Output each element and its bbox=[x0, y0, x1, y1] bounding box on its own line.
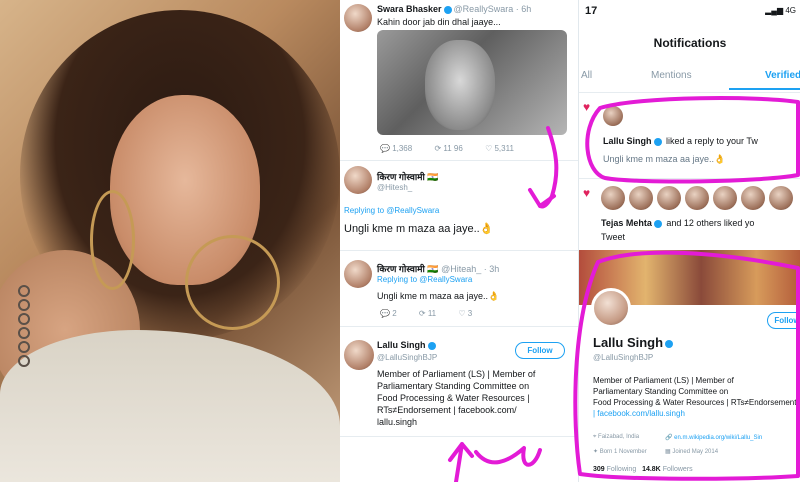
active-tab-indicator bbox=[729, 88, 800, 90]
reply-actions: 💬 2 ⟳ 11 ♡ 3 bbox=[380, 309, 492, 318]
replying-to[interactable]: Replying to @ReallySwara bbox=[344, 206, 439, 215]
avatar[interactable] bbox=[603, 106, 623, 126]
reply-text: Ungli kme m maza aa jaye..👌 bbox=[344, 223, 494, 235]
notification-action: and 12 others liked yo bbox=[666, 218, 755, 228]
left-earring bbox=[90, 190, 135, 290]
notification-user: Lallu Singh bbox=[603, 136, 652, 146]
right-earring bbox=[185, 235, 280, 330]
verified-icon bbox=[443, 5, 452, 14]
profile-stats[interactable]: 309 Following 14.8K Followers bbox=[593, 466, 693, 473]
tweet-author-name: Swara Bhasker bbox=[377, 4, 442, 14]
tab-verified[interactable]: Verified bbox=[765, 70, 800, 81]
profile-name: Lallu Singh bbox=[593, 335, 675, 350]
profile-card-name[interactable]: Lallu Singh bbox=[377, 340, 438, 350]
tweet-actions: 💬 1,368 ⟳ 11 96 ♡ 5,311 bbox=[380, 144, 534, 153]
tweet-author[interactable]: Swara Bhasker @ReallySwara · 6h bbox=[377, 4, 531, 14]
avatar[interactable] bbox=[344, 260, 372, 288]
profile-handle: @LalluSinghBJP bbox=[593, 353, 654, 362]
avatar[interactable] bbox=[657, 186, 681, 210]
tweet-author-handle: @ReallySwara · 6h bbox=[453, 4, 532, 14]
notification-quote: Ungli kme m maza aa jaye..👌 bbox=[603, 154, 726, 164]
reply-author-name: किरण गोस्वामी 🇮🇳 bbox=[377, 172, 439, 182]
divider bbox=[340, 436, 578, 437]
avatar[interactable] bbox=[344, 166, 372, 194]
profile-card-name-text: Lallu Singh bbox=[377, 340, 426, 350]
signal-icon: ▂▄▆ 4G bbox=[765, 6, 796, 15]
notification-tail: Tweet bbox=[601, 232, 626, 242]
avatar[interactable] bbox=[685, 186, 709, 210]
retweet-icon[interactable]: ⟳ 11 bbox=[419, 309, 436, 318]
reply-author-name: किरण गोस्वामी 🇮🇳 bbox=[377, 264, 439, 274]
verified-icon bbox=[653, 219, 662, 228]
reply-icon[interactable]: 💬 1,368 bbox=[380, 144, 412, 153]
follow-button[interactable]: Follow bbox=[515, 342, 565, 359]
reply-text: Ungli kme m maza aa jaye..👌 bbox=[377, 291, 500, 301]
verified-icon bbox=[427, 341, 436, 350]
notification-text[interactable]: Lallu Singh liked a reply to your Tw bbox=[603, 136, 758, 146]
profile-joined: ▦ Joined May 2014 bbox=[665, 449, 719, 455]
reply-author-handle: @Hiteah_ · 3h bbox=[441, 264, 500, 274]
divider bbox=[340, 160, 578, 161]
avatar[interactable] bbox=[769, 186, 793, 210]
divider bbox=[340, 250, 578, 251]
tweet-photo[interactable] bbox=[377, 30, 567, 135]
heart-icon: ♥ bbox=[583, 186, 591, 200]
verified-icon bbox=[653, 137, 662, 146]
avatar[interactable] bbox=[601, 186, 625, 210]
avatar[interactable] bbox=[713, 186, 737, 210]
replying-to[interactable]: Replying to @ReallySwara bbox=[377, 275, 472, 284]
profile-card-handle: @LalluSinghBJP bbox=[377, 353, 438, 362]
retweet-icon[interactable]: ⟳ 11 96 bbox=[434, 144, 462, 153]
like-icon[interactable]: ♡ 3 bbox=[458, 309, 472, 318]
profile-avatar[interactable] bbox=[591, 288, 631, 328]
tab-all[interactable]: All bbox=[581, 70, 592, 81]
tweet-thread-panel: Swara Bhasker @ReallySwara · 6h Kahin doo… bbox=[340, 0, 578, 482]
profile-born: ✦ Born 1 November bbox=[593, 449, 647, 455]
tab-mentions[interactable]: Mentions bbox=[651, 70, 692, 81]
reply-author-handle: @Hitesh_ bbox=[377, 183, 413, 192]
follow-button[interactable]: Follow bbox=[767, 312, 800, 329]
profile-bio: Member of Parliament (LS) | Member of Pa… bbox=[593, 376, 797, 418]
divider bbox=[579, 92, 800, 93]
off-shoulder-top bbox=[0, 330, 340, 482]
portrait-photo bbox=[0, 0, 340, 482]
notification-user: Tejas Mehta bbox=[601, 218, 652, 228]
status-time: 17 bbox=[585, 5, 598, 17]
page-title: Notifications bbox=[653, 36, 727, 50]
moon-phase-tattoo bbox=[18, 285, 30, 369]
like-icon[interactable]: ♡ 5,311 bbox=[485, 144, 514, 153]
divider bbox=[579, 178, 800, 179]
reply-icon[interactable]: 💬 2 bbox=[380, 309, 397, 318]
reply-author[interactable]: किरण गोस्वामी 🇮🇳 bbox=[377, 170, 439, 183]
profile-location: ⌖ Faizabad, India bbox=[593, 434, 640, 440]
profile-avatar[interactable] bbox=[344, 340, 374, 370]
divider bbox=[340, 326, 578, 327]
avatar[interactable] bbox=[741, 186, 765, 210]
avatar[interactable] bbox=[344, 4, 372, 32]
notification-action: liked a reply to your Tw bbox=[666, 136, 758, 146]
reply-author[interactable]: किरण गोस्वामी 🇮🇳 @Hiteah_ · 3h bbox=[377, 262, 499, 275]
profile-name-text: Lallu Singh bbox=[593, 335, 664, 350]
profile-website[interactable]: 🔗 en.m.wikipedia.org/wiki/Lallu_Sin bbox=[665, 434, 762, 441]
tweet-text: Kahin door jab din dhal jaaye... bbox=[377, 17, 501, 27]
profile-card-bio: Member of Parliament (LS) | Member of Pa… bbox=[377, 369, 536, 427]
verified-icon bbox=[665, 339, 674, 348]
avatar[interactable] bbox=[629, 186, 653, 210]
notifications-panel: 17 ▂▄▆ 4G Notifications All Mentions Ver… bbox=[578, 0, 800, 482]
notification-text[interactable]: Tejas Mehta and 12 others liked yo bbox=[601, 218, 754, 228]
heart-icon: ♥ bbox=[583, 100, 591, 114]
